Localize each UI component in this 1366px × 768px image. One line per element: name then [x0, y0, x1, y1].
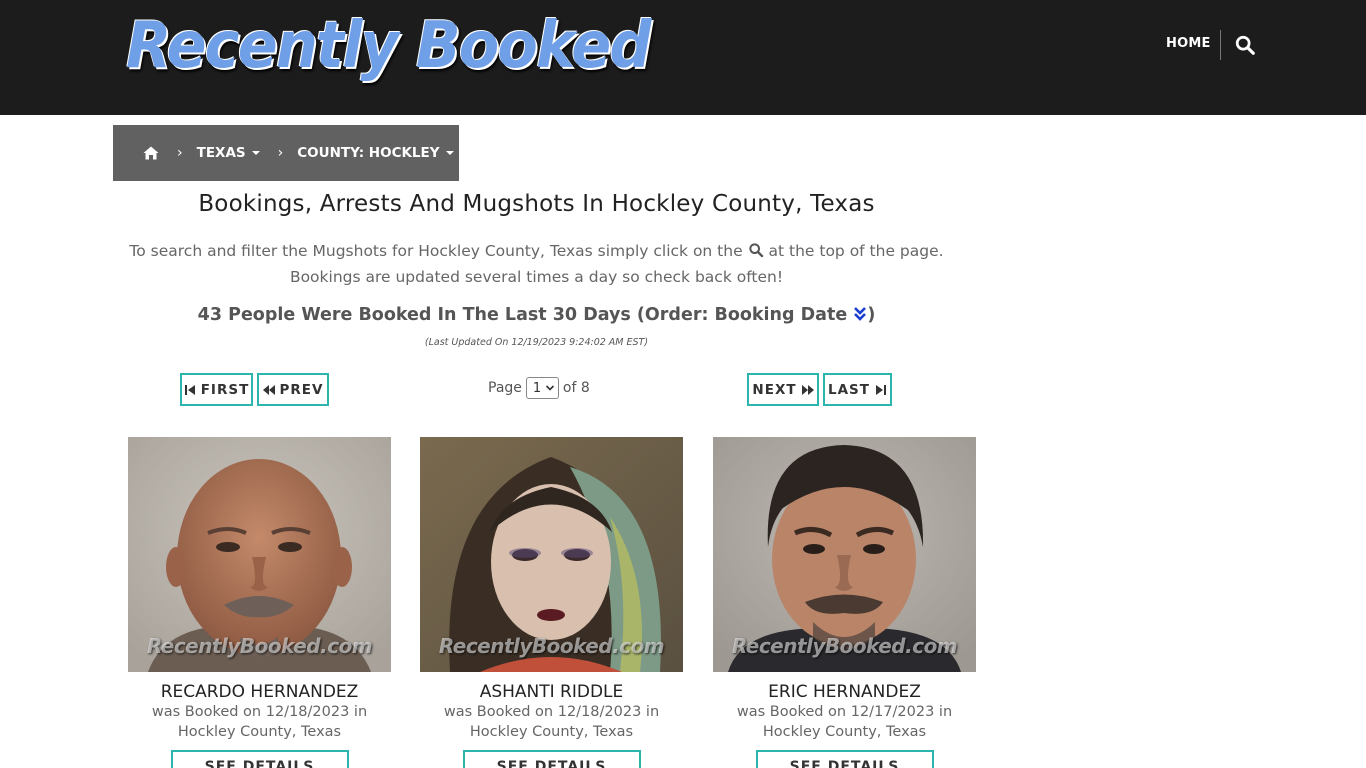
booking-card: RecentlyBooked.com RECARDO HERNANDEZ was… [128, 437, 391, 768]
breadcrumb: › TEXAS › COUNTY: HOCKLEY [113, 125, 459, 181]
page-description: To search and filter the Mugshots for Ho… [113, 238, 960, 290]
breadcrumb-state-label: TEXAS [196, 145, 246, 161]
booking-date: was Booked on 12/18/2023 in [443, 704, 660, 720]
mugshot-photo[interactable]: RecentlyBooked.com [420, 437, 683, 672]
step-forward-icon [875, 384, 886, 395]
person-name[interactable]: RECARDO HERNANDEZ [128, 682, 391, 702]
chevron-right-icon: › [177, 145, 183, 161]
breadcrumb-state[interactable]: TEXAS [197, 145, 260, 161]
person-name[interactable]: ASHANTI RIDDLE [420, 682, 683, 702]
booking-date: was Booked on 12/18/2023 in [151, 704, 368, 720]
booking-location: Hockley County, Texas [762, 724, 927, 740]
prev-page-button[interactable]: PREV [257, 373, 329, 406]
home-icon[interactable] [143, 145, 159, 161]
search-icon[interactable] [1234, 34, 1256, 56]
see-details-button[interactable]: SEE DETAILS [755, 750, 934, 768]
person-name[interactable]: ERIC HERNANDEZ [713, 682, 976, 702]
caret-down-icon [251, 151, 260, 155]
description-text: at the top of the page. [768, 242, 944, 260]
page-selector: Page 1 of 8 [488, 377, 590, 399]
description-text: To search and filter the Mugshots for Ho… [129, 242, 743, 260]
backward-icon [262, 384, 275, 395]
site-logo[interactable]: Recently Booked [126, 14, 651, 78]
mugshot-photo[interactable]: RecentlyBooked.com [128, 437, 391, 672]
page-select-value: 1 [532, 380, 542, 396]
next-page-label: NEXT [752, 381, 797, 398]
page-title: Bookings, Arrests And Mugshots In Hockle… [198, 191, 875, 217]
page-label: Page [488, 380, 522, 396]
booking-card: RecentlyBooked.com ERIC HERNANDEZ was Bo… [713, 437, 976, 768]
photo-watermark: RecentlyBooked.com [146, 634, 373, 658]
breadcrumb-county-label: COUNTY: HOCKLEY [297, 145, 440, 161]
page-select[interactable]: 1 [525, 377, 559, 399]
photo-watermark: RecentlyBooked.com [731, 634, 958, 658]
booking-card: RecentlyBooked.com ASHANTI RIDDLE was Bo… [420, 437, 683, 768]
double-chevron-down-icon[interactable] [853, 306, 867, 322]
chevron-down-icon [545, 385, 554, 391]
last-page-label: LAST [828, 381, 870, 398]
caret-down-icon [445, 151, 454, 155]
booking-date: was Booked on 12/17/2023 in [736, 704, 953, 720]
booking-location: Hockley County, Texas [177, 724, 342, 740]
forward-icon [801, 384, 814, 395]
nav-divider [1220, 30, 1221, 60]
last-page-button[interactable]: LAST [823, 373, 892, 406]
photo-watermark: RecentlyBooked.com [438, 634, 665, 658]
see-details-button[interactable]: SEE DETAILS [462, 750, 641, 768]
page-total: of 8 [562, 380, 590, 396]
chevron-right-icon: › [277, 145, 284, 161]
description-text: Bookings are updated several times a day… [289, 268, 784, 286]
step-backward-icon [184, 384, 195, 395]
breadcrumb-county[interactable]: COUNTY: HOCKLEY [297, 145, 454, 161]
site-header: Recently Booked HOME [0, 0, 1366, 115]
last-updated: (Last Updated On 12/19/2023 9:24:02 AM E… [424, 337, 649, 348]
booking-count-close: ) [867, 305, 876, 325]
booking-location: Hockley County, Texas [469, 724, 634, 740]
first-page-label: FIRST [200, 381, 250, 398]
first-page-button[interactable]: FIRST [180, 373, 253, 406]
see-details-button[interactable]: SEE DETAILS [170, 750, 349, 768]
booking-count: 43 People Were Booked In The Last 30 Day… [113, 305, 960, 325]
next-page-button[interactable]: NEXT [747, 373, 819, 406]
nav-home-link[interactable]: HOME [1166, 36, 1211, 51]
booking-count-text: 43 People Were Booked In The Last 30 Day… [197, 305, 848, 325]
search-icon [748, 240, 764, 258]
prev-page-label: PREV [279, 381, 324, 398]
mugshot-photo[interactable]: RecentlyBooked.com [713, 437, 976, 672]
